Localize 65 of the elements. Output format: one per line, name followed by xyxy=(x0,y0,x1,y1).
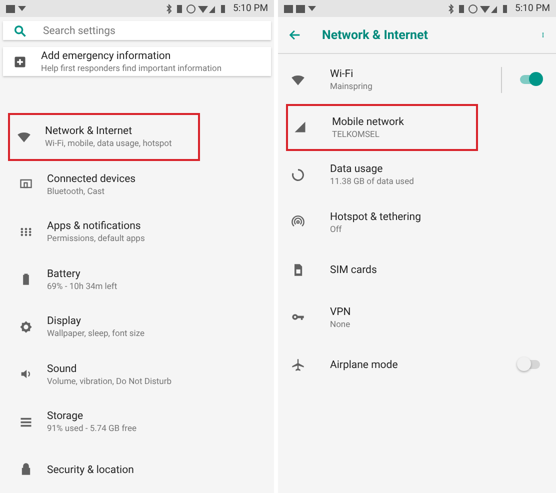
toolbar-title: Network & Internet xyxy=(322,28,429,42)
item-title: Mobile network xyxy=(332,114,405,128)
settings-item[interactable]: Storage 91% used - 5.74 GB free xyxy=(0,398,274,446)
item-title: Display xyxy=(47,314,82,328)
clock-time: 5:10 PM xyxy=(515,3,550,14)
suggestion-card[interactable]: Add emergency information Help first responders find important information xyxy=(3,47,271,76)
notification-icons-drawing xyxy=(6,4,28,14)
item-title: Connected devices xyxy=(47,172,137,185)
signal-icon xyxy=(293,120,307,134)
wifi-icon xyxy=(17,130,31,144)
back-arrow-icon xyxy=(288,28,302,42)
item-title: Apps & notifications xyxy=(47,219,142,232)
item-title: Network & Internet xyxy=(45,124,134,138)
item-subtitle: Permissions, default apps xyxy=(47,234,146,244)
item-title: Data usage xyxy=(330,162,384,176)
item-subtitle: Mainspring xyxy=(330,82,374,92)
settings-item[interactable]: Mobile network TELKOMSEL xyxy=(286,104,478,151)
settings-item[interactable]: Airplane mode xyxy=(278,341,556,388)
item-title: Wi-Fi xyxy=(330,67,354,80)
item-title: Airplane mode xyxy=(330,358,399,372)
settings-item[interactable]: Sound Volume, vibration, Do Not Disturb xyxy=(0,350,274,398)
toggle-switch[interactable] xyxy=(520,75,540,84)
settings-item[interactable]: Hotspot & tethering Off xyxy=(278,198,556,246)
toggle-switch[interactable] xyxy=(520,360,540,370)
item-subtitle: Off xyxy=(330,224,343,235)
settings-item[interactable]: Network & Internet Wi-Fi, mobile, data usage, hotspot xyxy=(8,113,200,160)
notification-icons-drawing xyxy=(284,4,318,14)
search-input[interactable]: Search settings xyxy=(41,23,261,38)
item-title: VPN xyxy=(330,304,352,318)
clock-time: 5:10 PM xyxy=(233,3,268,14)
settings-item[interactable]: Security & location xyxy=(0,446,274,493)
item-title: SIM cards xyxy=(330,263,378,276)
search-icon xyxy=(13,24,27,38)
suggestion-title: Add emergency information xyxy=(41,49,172,62)
suggestion-subtitle: Help first responders find important information xyxy=(41,64,223,74)
item-subtitle: Volume, vibration, Do Not Disturb xyxy=(47,376,173,387)
hotspot-icon xyxy=(291,215,305,230)
item-subtitle: TELKOMSEL xyxy=(332,130,380,140)
item-title: Battery xyxy=(47,266,82,280)
airplane-icon xyxy=(291,358,305,372)
item-subtitle: 69% - 10h 34m left xyxy=(47,282,118,292)
item-subtitle: Wallpaper, sleep, font size xyxy=(47,329,146,340)
item-title: Sound xyxy=(47,362,78,375)
settings-item[interactable]: Connected devices Bluetooth, Cast xyxy=(0,160,274,208)
settings-item[interactable]: Battery 69% - 10h 34m left xyxy=(0,256,274,303)
brightness-icon xyxy=(19,320,33,334)
settings-item[interactable]: VPN None xyxy=(278,294,556,341)
item-title: Security & location xyxy=(47,462,135,476)
item-subtitle: 11.38 GB of data used xyxy=(330,177,415,188)
settings-item[interactable]: SIM cards xyxy=(278,246,556,294)
settings-item[interactable]: Data usage 11.38 GB of data used xyxy=(278,151,556,198)
item-title: Hotspot & tethering xyxy=(330,210,422,223)
settings-item[interactable]: Apps & notifications Permissions, default apps xyxy=(0,208,274,256)
item-subtitle: None xyxy=(330,320,352,330)
wifi-icon xyxy=(291,72,305,87)
lock-icon xyxy=(19,462,33,476)
data-usage-icon xyxy=(291,168,305,182)
item-title: Storage xyxy=(47,409,84,422)
item-subtitle: Bluetooth, Cast xyxy=(47,186,106,197)
settings-item[interactable]: Wi-Fi Mainspring xyxy=(278,56,556,104)
settings-item[interactable]: Display Wallpaper, sleep, font size xyxy=(0,303,274,350)
item-subtitle: 91% used - 5.74 GB free xyxy=(47,424,138,434)
medical-cross-icon xyxy=(13,54,27,69)
item-subtitle: Wi-Fi, mobile, data usage, hotspot xyxy=(45,139,173,150)
search-bar[interactable]: Search settings xyxy=(3,21,271,40)
